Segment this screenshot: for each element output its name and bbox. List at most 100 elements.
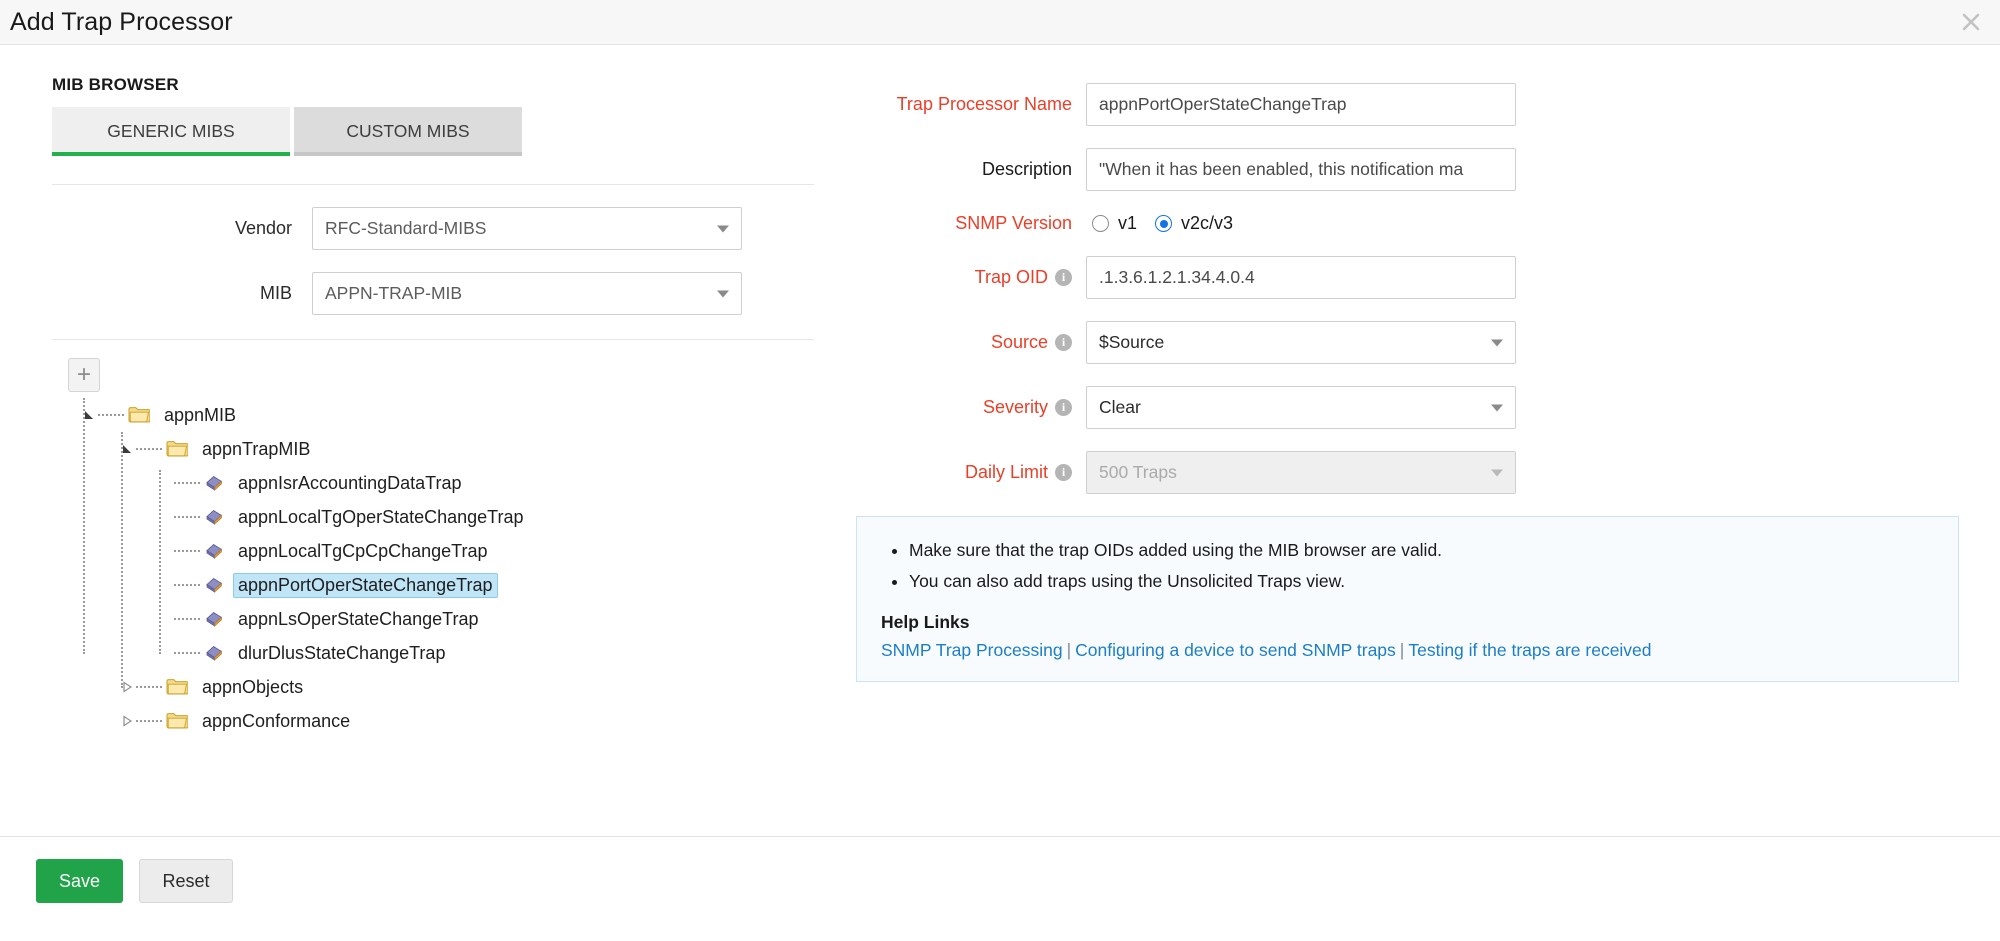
tree-connector [174,550,200,552]
tree-leaf-node[interactable]: appnPortOperStateChangeTrap [52,568,832,602]
daily-limit-row: Daily Limit i 500 Traps [856,451,2000,494]
info-icon[interactable]: i [1055,334,1072,351]
mib-object-icon [204,542,224,560]
tree-leaf-node[interactable]: appnLocalTgOperStateChangeTrap [52,500,832,534]
daily-limit-label-text: Daily Limit [964,462,1048,482]
vendor-row: Vendor RFC-Standard-MIBS [52,207,820,250]
mib-tree[interactable]: appnMIB appnTrapMIB appnIsrAccountingDataT… [52,398,832,738]
tree-leaf-node[interactable]: appnLsOperStateChangeTrap [52,602,832,636]
tree-collapsed-icon[interactable] [118,715,136,727]
tab-custom-mibs[interactable]: CUSTOM MIBS [294,107,522,156]
folder-icon [166,678,188,696]
mib-object-icon [204,610,224,628]
radio-unchecked-icon[interactable] [1092,215,1109,232]
source-select[interactable]: $Source [1086,321,1516,364]
daily-limit-value: 500 Traps [1099,462,1177,482]
tree-connector [136,720,162,722]
page-title: Add Trap Processor [10,7,233,36]
trap-processor-name-control [1086,83,1516,126]
severity-select[interactable]: Clear [1086,386,1516,429]
daily-limit-select: 500 Traps [1086,451,1516,494]
tree-node-label: appnIsrAccountingDataTrap [238,472,462,493]
tree-folder-node[interactable]: appnTrapMIB [52,432,832,466]
description-control [1086,148,1516,191]
mib-label: MIB [259,283,292,303]
severity-row: Severity i Clear [856,386,2000,429]
vendor-select[interactable]: RFC-Standard-MIBS [312,207,742,250]
folder-icon [166,440,188,458]
vendor-value: RFC-Standard-MIBS [325,218,487,238]
description-row: Description [856,148,2000,191]
tree-leaf-node[interactable]: appnIsrAccountingDataTrap [52,466,832,500]
source-value: $Source [1099,332,1165,352]
tab-generic-mibs[interactable]: GENERIC MIBS [52,107,290,156]
help-link[interactable]: SNMP Trap Processing [881,640,1063,660]
tree-leaf-node[interactable]: appnLocalTgCpCpChangeTrap [52,534,832,568]
mib-value: APPN-TRAP-MIB [325,283,463,303]
tree-folder-node[interactable]: appnObjects [52,670,832,704]
source-row: Source i $Source [856,321,2000,364]
severity-value: Clear [1099,397,1141,417]
tree-node-label: appnLsOperStateChangeTrap [238,608,479,629]
help-link[interactable]: Configuring a device to send SNMP traps [1075,640,1396,660]
help-box: Make sure that the trap OIDs added using… [856,516,1959,683]
severity-label-text: Severity [982,397,1048,417]
tree-guide-line [159,470,161,654]
trap-oid-label-text: Trap OID [974,267,1048,287]
snmp-version-radio-group: v1 v2c/v3 [1086,213,1242,234]
tree-leaf-node[interactable]: dlurDlusStateChangeTrap [52,636,832,670]
snmp-version-option-v2c-v3[interactable]: v2c/v3 [1155,213,1233,234]
help-links: SNMP Trap Processing | Configuring a devic… [881,640,1934,661]
tree-folder-node[interactable]: appnMIB [52,398,832,432]
chevron-down-icon [1491,404,1503,411]
tree-connector [174,652,200,654]
chevron-down-icon [1491,339,1503,346]
mib-object-icon [204,508,224,526]
info-icon[interactable]: i [1055,269,1072,286]
save-button[interactable]: Save [36,859,124,903]
folder-icon [166,712,188,730]
tree-node-label: appnObjects [202,676,304,697]
mib-select[interactable]: APPN-TRAP-MIB [312,272,742,315]
snmp-version-row: SNMP Version v1 v2c/v3 [856,213,2000,234]
radio-checked-icon[interactable] [1155,215,1173,232]
tree-node-label: appnLocalTgCpCpChangeTrap [238,540,488,561]
mib-object-icon [204,644,224,662]
tree-folder-node[interactable]: appnConformance [52,704,832,738]
tree-divider [52,339,814,340]
snmp-version-option-v1[interactable]: v1 [1092,213,1137,234]
tree-connector [98,414,124,416]
help-bullet-list: Make sure that the trap OIDs added using… [885,535,1934,596]
info-icon[interactable]: i [1055,464,1072,481]
tree-connector [174,584,200,586]
info-icon[interactable]: i [1055,399,1072,416]
chevron-down-icon [717,290,729,297]
trap-oid-label: Trap OID i [856,267,1086,288]
reset-button[interactable]: Reset [139,859,233,903]
trap-processor-name-input[interactable] [1086,83,1516,126]
tree-guide-line [121,432,123,688]
expand-all-button[interactable]: + [68,358,100,392]
mib-tree-container: + appnMIB appnTrapMIB appnIsrAccountingDat… [52,358,832,738]
snmp-version-label: SNMP Version [955,213,1072,233]
trap-oid-input[interactable] [1086,256,1516,299]
tree-connector [136,448,162,450]
mib-row: MIB APPN-TRAP-MIB [52,272,820,315]
help-bullet: You can also add traps using the Unsolic… [909,566,1934,597]
help-bullet: Make sure that the trap OIDs added using… [909,535,1934,566]
trap-oid-row: Trap OID i [856,256,2000,299]
tree-connector [136,686,162,688]
source-label: Source i [856,332,1086,353]
tree-connector [174,516,200,518]
dialog-titlebar: Add Trap Processor [0,0,2000,45]
help-link[interactable]: Testing if the traps are received [1408,640,1651,660]
chevron-down-icon [717,225,729,232]
trap-processor-name-label: Trap Processor Name [896,94,1072,114]
mib-object-icon [204,474,224,492]
tree-node-label: appnLocalTgOperStateChangeTrap [238,506,524,527]
description-input[interactable] [1086,148,1516,191]
close-icon[interactable] [1956,7,1986,37]
tree-guide-line [83,398,85,654]
help-links-title: Help Links [881,612,970,633]
tree-node-label: appnPortOperStateChangeTrap [233,572,498,598]
